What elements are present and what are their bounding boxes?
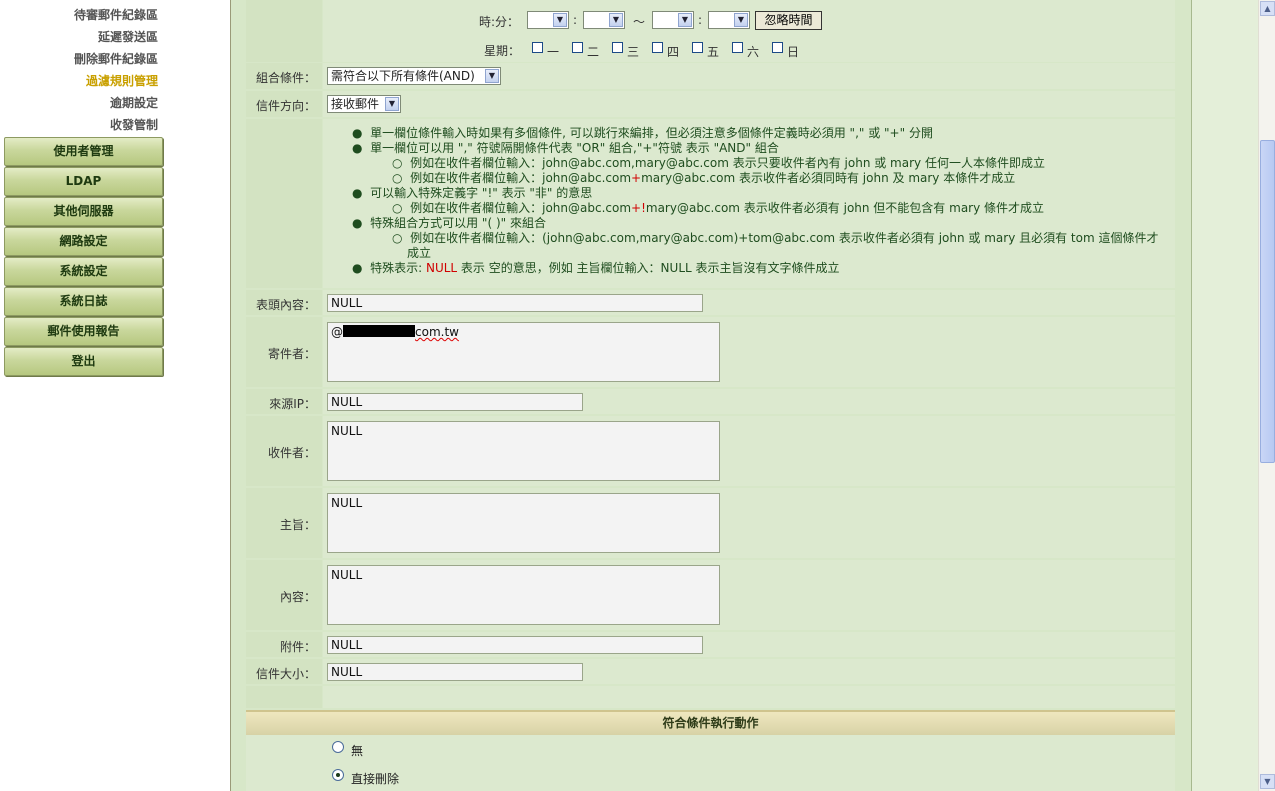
redacted-block: [343, 325, 415, 337]
checkbox-fri[interactable]: [692, 42, 703, 53]
row-label-cell: [246, 119, 322, 288]
help-line-8: ○ 例如在收件者欄位輸入：(john@abc.com,mary@abc.com)…: [392, 231, 1159, 245]
sidebar-link-pending-mail[interactable]: 待審郵件紀錄區: [74, 6, 158, 23]
chevron-down-icon: ▼: [609, 13, 623, 27]
day-label: 四: [667, 45, 680, 59]
action-radio-delete[interactable]: [332, 769, 344, 781]
day-label: 三: [627, 45, 640, 59]
time-range-tilde: ～: [633, 15, 646, 29]
scroll-down-icon[interactable]: ▼: [1260, 774, 1275, 789]
recipient-label: 收件者：: [267, 446, 316, 460]
ignore-time-button[interactable]: 忽略時間: [755, 11, 822, 30]
size-input[interactable]: NULL: [327, 663, 583, 681]
time-sep: :: [573, 13, 578, 27]
size-label: 信件大小：: [255, 667, 316, 681]
scroll-up-icon[interactable]: ▲: [1260, 1, 1275, 16]
nav-button-mail-usage-report[interactable]: 郵件使用報告: [4, 317, 163, 346]
chevron-down-icon: ▼: [553, 13, 567, 27]
source-ip-input[interactable]: NULL: [327, 393, 583, 411]
direction-select[interactable]: 接收郵件 ▼: [327, 95, 401, 113]
recipient-textarea[interactable]: NULL: [327, 421, 720, 481]
time-label: 時:分：: [479, 15, 520, 29]
spacer-row: [246, 686, 1175, 708]
sender-prefix: @: [331, 325, 343, 339]
help-line-9: ● 特殊表示: NULL 表示 空的意思，例如 主旨欄位輸入：NULL 表示主旨…: [352, 261, 840, 275]
day-label: 一: [547, 45, 560, 59]
day-label: 五: [707, 45, 720, 59]
direction-label: 信件方向：: [255, 99, 316, 113]
direction-select-value: 接收郵件: [331, 97, 380, 111]
day-label: 日: [787, 45, 800, 59]
day-label: 二: [587, 45, 600, 59]
start-hour-select[interactable]: ▼: [527, 11, 569, 29]
checkbox-sat[interactable]: [732, 42, 743, 53]
nav-button-logout[interactable]: 登出: [4, 347, 163, 376]
header-input[interactable]: NULL: [327, 294, 703, 312]
content-label: 內容：: [279, 590, 316, 604]
sidebar-link-filter-rules[interactable]: 過濾規則管理: [86, 72, 158, 89]
nav-button-system-settings[interactable]: 系統設定: [4, 257, 163, 286]
action-option-label: 直接刪除: [351, 772, 400, 786]
content-textarea[interactable]: NULL: [327, 565, 720, 625]
chevron-down-icon: ▼: [485, 69, 499, 83]
sender-suffix: com.tw: [415, 325, 459, 339]
start-minute-select[interactable]: ▼: [583, 11, 625, 29]
header-label: 表頭內容：: [255, 298, 316, 312]
chevron-down-icon: ▼: [678, 13, 692, 27]
row-value-cell: [323, 686, 1175, 708]
vertical-scrollbar[interactable]: ▲ ▼: [1258, 0, 1275, 791]
actions-section-title: 符合條件執行動作: [246, 710, 1175, 736]
checkbox-tue[interactable]: [572, 42, 583, 53]
attachment-label: 附件：: [279, 640, 316, 654]
day-label: 六: [747, 45, 760, 59]
subject-textarea[interactable]: NULL: [327, 493, 720, 553]
row-value-cell: [323, 91, 1175, 117]
end-hour-select[interactable]: ▼: [652, 11, 694, 29]
nav-button-network-settings[interactable]: 網路設定: [4, 227, 163, 256]
end-minute-select[interactable]: ▼: [708, 11, 750, 29]
checkbox-thu[interactable]: [652, 42, 663, 53]
checkbox-sun[interactable]: [772, 42, 783, 53]
week-label: 星期：: [484, 44, 521, 58]
action-radio-none[interactable]: [332, 741, 344, 753]
sidebar: 待審郵件紀錄區 延遲發送區 刪除郵件紀錄區 過濾規則管理 逾期設定 收發管制 使…: [0, 0, 231, 791]
checkbox-mon[interactable]: [532, 42, 543, 53]
right-pane: [1192, 0, 1258, 791]
sidebar-link-deleted-mail[interactable]: 刪除郵件紀錄區: [74, 50, 158, 67]
action-option-label: 無: [351, 744, 364, 758]
condition-label: 組合條件：: [255, 71, 316, 85]
nav-button-user-management[interactable]: 使用者管理: [4, 137, 163, 166]
attachment-input[interactable]: NULL: [327, 636, 703, 654]
condition-select[interactable]: 需符合以下所有條件(AND) ▼: [327, 67, 501, 85]
scrollbar-thumb[interactable]: [1260, 140, 1275, 463]
time-sep: :: [698, 13, 703, 27]
row-label-cell: [246, 686, 322, 708]
sidebar-link-expiry-settings[interactable]: 逾期設定: [110, 94, 158, 111]
checkbox-wed[interactable]: [612, 42, 623, 53]
sidebar-link-delayed-send[interactable]: 延遲發送區: [98, 28, 158, 45]
sender-textarea[interactable]: @ com.tw: [327, 322, 720, 382]
nav-button-ldap[interactable]: LDAP: [4, 167, 163, 196]
condition-select-value: 需符合以下所有條件(AND): [331, 69, 475, 83]
chevron-down-icon: ▼: [385, 97, 399, 111]
subject-label: 主旨：: [279, 518, 316, 532]
source-ip-label: 來源IP：: [269, 397, 316, 411]
row-label-cell: [246, 0, 322, 62]
nav-button-other-servers[interactable]: 其他伺服器: [4, 197, 163, 226]
sidebar-link-send-receive-control[interactable]: 收發管制: [110, 116, 158, 133]
sender-label: 寄件者：: [267, 347, 316, 361]
chevron-down-icon: ▼: [734, 13, 748, 27]
nav-button-system-log[interactable]: 系統日誌: [4, 287, 163, 316]
